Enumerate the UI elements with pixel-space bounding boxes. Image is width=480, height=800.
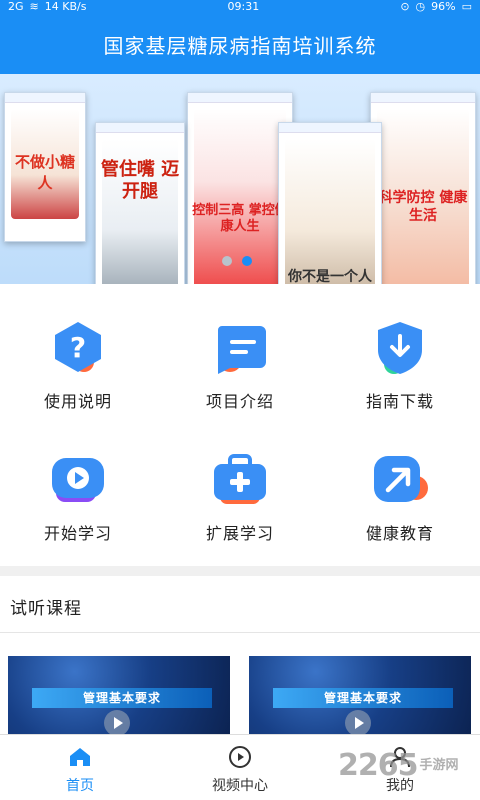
question-icon: ? bbox=[55, 322, 101, 372]
tab-home[interactable]: 首页 bbox=[20, 745, 140, 795]
menu-item-health-education[interactable]: 健康教育 bbox=[340, 450, 460, 560]
status-left: 2G ≋ 14 KB/s bbox=[8, 0, 86, 14]
course-card[interactable]: 管理基本要求 bbox=[249, 656, 471, 734]
tab-video-center[interactable]: 视频中心 bbox=[180, 745, 300, 795]
section-title: 试听课程 bbox=[10, 599, 82, 619]
course-title: 管理基本要求 bbox=[273, 688, 453, 708]
menu-item-guide-download[interactable]: 指南下载 bbox=[340, 318, 460, 428]
medical-kit-icon bbox=[214, 454, 266, 504]
tab-label: 视频中心 bbox=[212, 778, 268, 794]
menu-label: 开始学习 bbox=[43, 524, 112, 543]
app-title: 国家基层糖尿病指南培训系统 bbox=[103, 33, 377, 58]
poster-header bbox=[188, 93, 292, 103]
carousel-dot[interactable] bbox=[222, 256, 232, 266]
lock-icon: ⊙ bbox=[400, 0, 410, 13]
menu-label: 扩展学习 bbox=[205, 524, 274, 543]
alarm-icon: ◷ bbox=[415, 0, 426, 13]
poster[interactable]: 你不是一个人 在战斗 bbox=[278, 122, 382, 284]
download-shield-icon bbox=[378, 322, 422, 374]
menu-item-usage-guide[interactable]: ? 使用说明 bbox=[18, 318, 138, 428]
poster-caption: 你不是一个人 在战斗 bbox=[288, 269, 372, 284]
poster[interactable]: 不做小糖人 bbox=[4, 92, 86, 242]
poster-caption: 不做小糖人 bbox=[14, 153, 75, 192]
menu-label: 指南下载 bbox=[365, 392, 434, 411]
clock: 09:31 bbox=[227, 0, 260, 13]
play-screen-icon bbox=[52, 458, 104, 502]
section-divider bbox=[0, 566, 480, 576]
poster-caption: 管住嘴 迈开腿 bbox=[100, 159, 180, 202]
course-title: 管理基本要求 bbox=[32, 688, 212, 708]
network-indicator: 2G bbox=[8, 0, 24, 13]
watermark-number: 2265 bbox=[338, 748, 418, 783]
play-circle-icon bbox=[229, 746, 251, 768]
menu-label: 项目介绍 bbox=[205, 392, 274, 411]
watermark-text: 手游网 bbox=[419, 758, 459, 773]
watermark: 2265 手游网 bbox=[338, 748, 459, 783]
poster-header bbox=[279, 123, 381, 133]
menu-label: 健康教育 bbox=[365, 524, 434, 543]
poster-illustration bbox=[285, 139, 375, 284]
poster-header bbox=[371, 93, 475, 103]
poster-header bbox=[96, 123, 184, 133]
svg-text:?: ? bbox=[70, 331, 86, 364]
status-right: ⊙ ◷ 96% ▭ bbox=[400, 0, 472, 14]
menu-item-extended-learning[interactable]: 扩展学习 bbox=[180, 450, 300, 560]
chat-lines-icon bbox=[218, 326, 266, 374]
net-speed: 14 KB/s bbox=[44, 0, 87, 13]
menu-item-start-learning[interactable]: 开始学习 bbox=[18, 450, 138, 560]
menu-item-project-intro[interactable]: 项目介绍 bbox=[180, 318, 300, 428]
menu-label: 使用说明 bbox=[43, 392, 112, 411]
carousel-indicator bbox=[222, 256, 252, 266]
wifi-icon: ≋ bbox=[29, 0, 39, 13]
section-separator bbox=[0, 632, 480, 633]
carousel-dot-active[interactable] bbox=[242, 256, 252, 266]
banner-carousel[interactable]: 不做小糖人 控制三高 掌控健康人生 科学防控 健康生活 管住嘴 迈开腿 你不是一… bbox=[0, 74, 480, 284]
status-bar: 2G ≋ 14 KB/s 09:31 ⊙ ◷ 96% ▭ bbox=[0, 0, 480, 14]
poster[interactable]: 管住嘴 迈开腿 bbox=[95, 122, 185, 284]
feature-menu: ? 使用说明 项目介绍 指南下载 开始学习 扩展学习 健康教育 bbox=[0, 284, 480, 566]
arrow-up-right-icon bbox=[374, 456, 428, 502]
tab-label: 首页 bbox=[66, 778, 94, 794]
battery-icon: ▭ bbox=[461, 0, 472, 13]
poster-header bbox=[5, 93, 85, 103]
home-icon bbox=[70, 748, 90, 766]
poster-caption: 科学防控 健康生活 bbox=[378, 190, 468, 224]
course-card[interactable]: 管理基本要求 bbox=[8, 656, 230, 734]
app-header: 国家基层糖尿病指南培训系统 bbox=[0, 14, 480, 74]
poster-caption: 控制三高 掌控健康人生 bbox=[192, 203, 288, 234]
trial-courses-section: 试听课程 管理基本要求 管理基本要求 bbox=[0, 576, 480, 734]
battery-level: 96% bbox=[431, 0, 456, 13]
poster[interactable]: 科学防控 健康生活 bbox=[370, 92, 476, 284]
play-icon[interactable] bbox=[104, 710, 130, 734]
play-icon[interactable] bbox=[345, 710, 371, 734]
